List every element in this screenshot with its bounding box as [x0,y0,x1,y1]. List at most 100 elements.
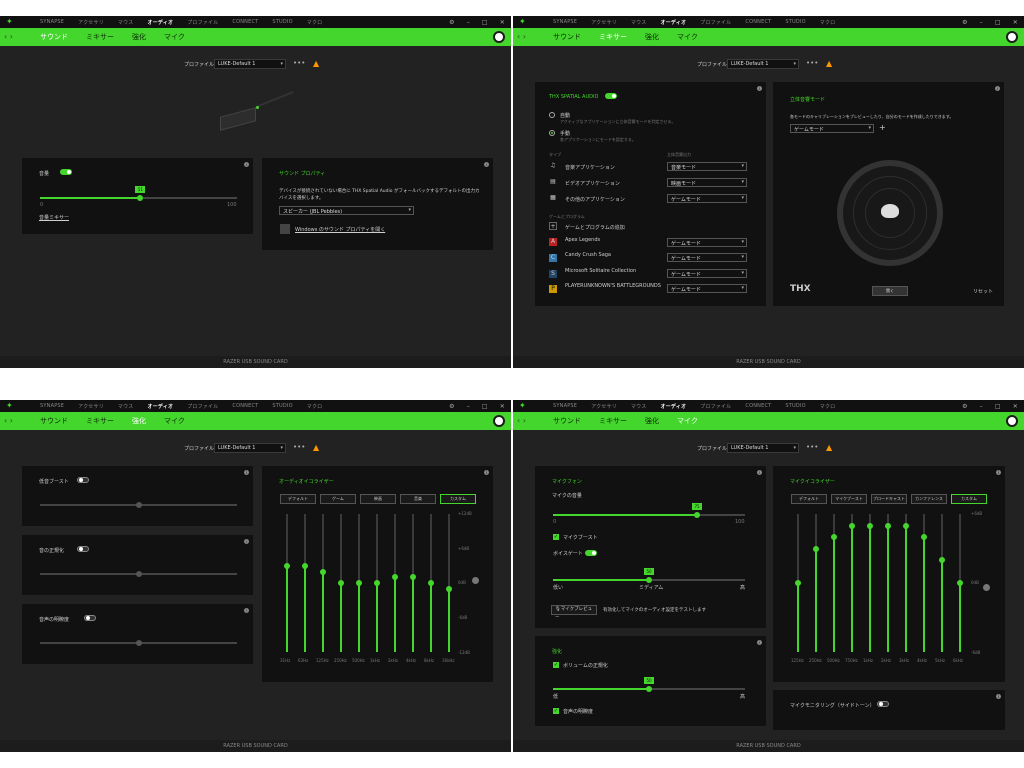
settings-icon[interactable]: ⚙ [962,403,968,410]
game-mode-select[interactable]: ゲームモード [667,284,747,293]
close-icon[interactable]: ✕ [1013,403,1018,410]
listen-button[interactable]: 聞く [872,286,908,296]
tab-sound[interactable]: サウンド [40,32,68,42]
nav-connect[interactable]: CONNECT [745,19,771,25]
maximize-icon[interactable]: □ [482,19,488,26]
eq-band-thumb[interactable] [374,580,380,586]
type-mode-select[interactable]: 音楽モード [667,162,747,171]
info-icon[interactable]: i [757,640,762,645]
eq-band-thumb[interactable] [446,585,452,592]
close-icon[interactable]: ✕ [1013,19,1018,26]
nav-macro[interactable]: マクロ [820,19,836,26]
tab-enhance[interactable]: 強化 [645,416,659,426]
manual-radio[interactable] [549,130,555,136]
tab-sound[interactable]: サウンド [553,32,581,42]
tab-sound[interactable]: サウンド [40,416,68,426]
eq-band-thumb[interactable] [831,534,837,540]
nav-accessory[interactable]: アクセサリ [591,19,617,26]
volume-normalization-checkbox[interactable]: ✓ [553,662,559,668]
nav-profile[interactable]: プロファイル [187,403,218,410]
maximize-icon[interactable]: □ [995,19,1001,26]
tab-mic[interactable]: マイク [164,32,185,42]
type-mode-select[interactable]: ゲームモード [667,194,747,203]
normalization-slider[interactable]: 50 [553,677,745,692]
back-forward-icon[interactable]: ‹ › [517,32,526,41]
more-icon[interactable]: ••• [293,443,305,451]
minimize-icon[interactable]: – [467,19,470,26]
profile-select[interactable]: LUKE-Default 1 [727,59,799,69]
eq-band-thumb[interactable] [957,580,963,586]
nav-mouse[interactable]: マウス [118,403,134,410]
volume-slider[interactable]: 51 [40,186,237,201]
tab-enhance[interactable]: 強化 [645,32,659,42]
warning-icon[interactable]: ▲ [313,443,319,452]
nav-synapse[interactable]: SYNAPSE [40,19,64,25]
maximize-icon[interactable]: □ [995,403,1001,410]
avatar[interactable] [1006,31,1018,43]
settings-icon[interactable]: ⚙ [449,403,455,410]
bass-boost-toggle[interactable] [77,477,89,483]
settings-icon[interactable]: ⚙ [449,19,455,26]
windows-sound-link[interactable]: Windows のサウンド プロパティを開く [295,226,385,233]
add-icon[interactable]: + [549,222,557,230]
mic-preview-button[interactable]: 🎙マイクプレビュー [551,605,597,620]
speaker-select[interactable]: スピーカー (JBL Pebbles) [279,206,414,215]
volume-mixer-link[interactable]: 音量ミキサー [39,214,69,221]
nav-synapse[interactable]: SYNAPSE [40,403,64,409]
eq-reset-icon[interactable] [472,577,479,584]
nav-macro[interactable]: マクロ [307,19,323,26]
nav-accessory[interactable]: アクセサリ [78,403,104,410]
nav-studio[interactable]: STUDIO [272,19,292,25]
eq-band-thumb[interactable] [939,557,945,563]
info-icon[interactable]: i [244,608,249,613]
avatar[interactable] [1006,415,1018,427]
warning-icon[interactable]: ▲ [826,59,832,68]
back-forward-icon[interactable]: ‹ › [4,32,13,41]
more-icon[interactable]: ••• [806,443,818,451]
nav-studio[interactable]: STUDIO [785,19,805,25]
tab-sound[interactable]: サウンド [553,416,581,426]
nav-accessory[interactable]: アクセサリ [78,19,104,26]
add-game-link[interactable]: ゲームとプログラムの追加 [565,224,625,231]
tab-enhance[interactable]: 強化 [132,416,146,426]
nav-connect[interactable]: CONNECT [232,19,258,25]
tab-mixer[interactable]: ミキサー [599,416,627,426]
tab-mixer[interactable]: ミキサー [86,416,114,426]
auto-radio[interactable] [549,112,555,118]
minimize-icon[interactable]: – [980,19,983,26]
tab-enhance[interactable]: 強化 [132,32,146,42]
nav-mouse[interactable]: マウス [631,19,647,26]
normalization-slider[interactable] [40,571,237,577]
clarity-slider[interactable] [40,640,237,646]
normalization-toggle[interactable] [77,546,89,552]
speaker-ring[interactable] [837,160,943,266]
voice-gate-slider[interactable]: 50 [553,568,745,583]
mic-boost-checkbox[interactable]: ✓ [553,534,559,540]
more-icon[interactable]: ••• [293,59,305,67]
nav-audio[interactable]: オーディオ [661,403,687,410]
eq-band-thumb[interactable] [320,568,326,575]
eq-band-thumb[interactable] [867,522,873,529]
tab-mixer[interactable]: ミキサー [599,32,627,42]
game-mode-select[interactable]: ゲームモード [667,238,747,247]
nav-audio[interactable]: オーディオ [148,19,174,26]
info-icon[interactable]: i [996,694,1001,699]
type-mode-select[interactable]: 映画モード [667,178,747,187]
nav-accessory[interactable]: アクセサリ [591,403,617,410]
add-mode-icon[interactable]: + [879,123,886,132]
avatar[interactable] [493,31,505,43]
eq-band-thumb[interactable] [903,522,909,529]
nav-mouse[interactable]: マウス [118,19,134,26]
tab-mic[interactable]: マイク [677,32,698,42]
nav-synapse[interactable]: SYNAPSE [553,19,577,25]
profile-select[interactable]: LUKE-Default 1 [214,443,286,453]
eq-band-thumb[interactable] [338,580,344,586]
eq-band-thumb[interactable] [284,562,290,569]
clarity-toggle[interactable] [84,615,96,621]
info-icon[interactable]: i [757,470,762,475]
eq-band-thumb[interactable] [849,522,855,529]
mic-eq-reset-icon[interactable] [983,584,990,591]
game-mode-select[interactable]: ゲームモード [667,253,747,262]
close-icon[interactable]: ✕ [500,19,505,26]
minimize-icon[interactable]: – [467,403,470,410]
